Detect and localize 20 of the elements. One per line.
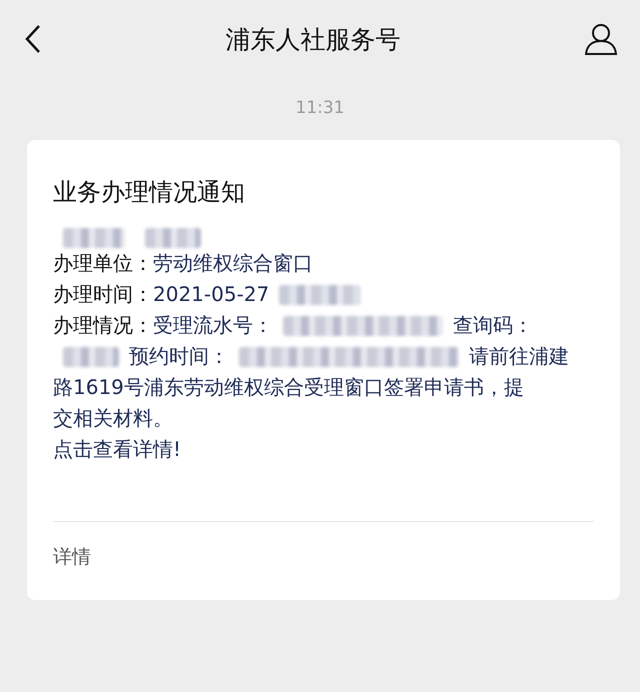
field-label: 办理情况： — [53, 312, 153, 339]
field-value: 预约时间： — [129, 343, 229, 370]
blurred-text — [145, 228, 201, 248]
field-label: 办理时间： — [53, 281, 153, 308]
message-card[interactable]: 业务办理情况通知 办理单位：劳动维权综合窗口 办理时间：2021-05-27 办理情况：受理流水号： 查询码： 预约时间： 请前往浦建 路1619号浦东劳动维权综合受理窗口签署申请书，提 交相关材料。 点击查看详情! 详情 — [27, 140, 620, 600]
field-value: 劳动维权综合窗口 — [153, 250, 313, 277]
timestamp: 11:31 — [296, 98, 344, 118]
field-value: 查询码： — [453, 312, 533, 339]
card-title: 业务办理情况通知 — [53, 177, 246, 208]
field-value: 点击查看详情! — [53, 436, 182, 463]
field-value: 2021-05-27 — [153, 281, 270, 308]
page-title: 浦东人社服务号 — [226, 24, 400, 56]
details-link[interactable]: 详情 — [53, 546, 91, 568]
field-label: 办理单位： — [53, 250, 153, 277]
field-value: 受理流水号： — [153, 312, 273, 339]
blurred-text — [63, 346, 119, 366]
field-value: 路1619号浦东劳动维权综合受理窗口签署申请书，提 — [53, 374, 524, 401]
field-value: 请前往浦建 — [469, 343, 569, 370]
field-value: 交相关材料。 — [53, 405, 173, 432]
blurred-text — [63, 228, 125, 248]
